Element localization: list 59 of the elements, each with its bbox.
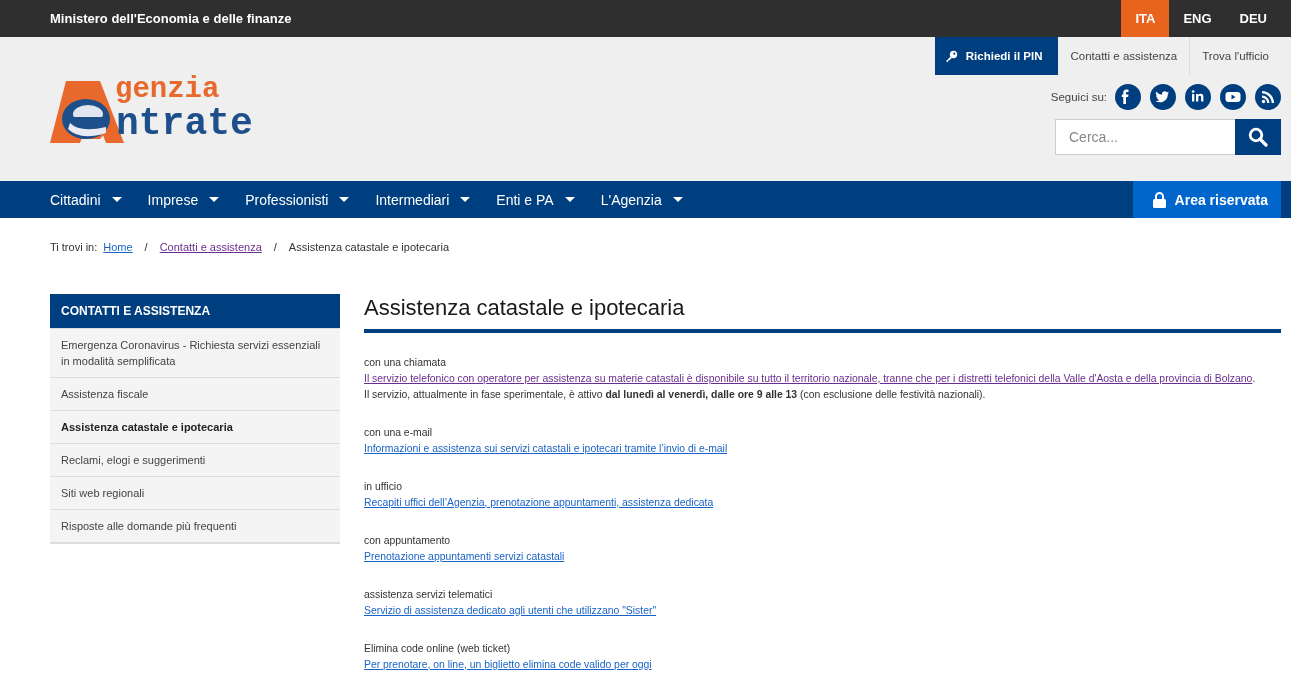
- ministry-name: Ministero dell'Economia e delle finanze: [50, 11, 293, 26]
- sidebar-item[interactable]: Assistenza fiscale: [50, 377, 340, 410]
- search-button[interactable]: [1235, 119, 1281, 155]
- youtube-icon[interactable]: [1220, 84, 1246, 110]
- social-label: Seguici su:: [1050, 91, 1107, 103]
- search-field[interactable]: Cerca...: [1055, 119, 1235, 155]
- sidebar-item[interactable]: Siti web regionali: [50, 476, 340, 509]
- nav-menu-item[interactable]: Imprese: [147, 181, 220, 218]
- sidebar-item[interactable]: Risposte alle domande più frequenti: [50, 509, 340, 542]
- link-paragraph: Il servizio telefonico con operatore per assistenza su materie catastali è disponibile su tutto il territorio nazionale, tranne che per i distretti telefonici della Valle d'Aosta e della provincia di Bolzano.: [364, 371, 1256, 386]
- facebook-icon[interactable]: [1115, 84, 1141, 110]
- language-tab[interactable]: ENG: [1169, 0, 1226, 37]
- sidebar-title: CONTATTI E ASSISTENZA: [50, 294, 340, 328]
- nav-menu-item[interactable]: Professionisti: [245, 181, 350, 218]
- reserved-area-button[interactable]: Area riservata: [1132, 181, 1281, 218]
- nav-menu-item[interactable]: Cittadini: [50, 181, 122, 218]
- linkedin-icon[interactable]: [1185, 84, 1211, 110]
- language-tab[interactable]: DEU: [1225, 0, 1281, 37]
- sidebar-item[interactable]: Reclami, elogi e suggerimenti: [50, 443, 340, 476]
- section-note: Il servizio, attualmente in fase sperimentale, è attivo dal lunedì al venerdì, dalle ore 9 alle 13 (con esclusione delle festività nazionali).: [364, 387, 986, 402]
- section-label: in ufficio: [364, 479, 402, 494]
- breadcrumb-separator: /: [273, 241, 277, 253]
- padlock-icon: [1152, 191, 1166, 208]
- breadcrumb-separator: /: [144, 241, 148, 253]
- logo-text: ntrate: [116, 105, 253, 143]
- section-label: Elimina code online (web ticket): [364, 641, 511, 656]
- sidebar-item[interactable]: Assistenza catastale e ipotecaria: [50, 410, 340, 443]
- nav-menu-item[interactable]: Intermediari: [375, 181, 471, 218]
- caret-icon: [672, 197, 683, 202]
- header-link[interactable]: Contatti e assistenza: [1058, 37, 1191, 75]
- caret-icon: [564, 197, 575, 202]
- section-link[interactable]: Servizio di assistenza dedicato agli utenti che utilizzano "Sister": [364, 602, 657, 619]
- caret-icon: [339, 197, 350, 202]
- nav-menu-item[interactable]: L'Agenzia: [600, 181, 683, 218]
- section-label: con una chiamata: [364, 355, 447, 370]
- request-pin-button[interactable]: Richiedi il PIN: [934, 37, 1059, 75]
- section-link[interactable]: Recapiti uffici dell’Agenzia, prenotazione appuntamenti, assistenza dedicata: [364, 494, 714, 511]
- breadcrumb-link[interactable]: Contatti e assistenza: [159, 241, 262, 253]
- logo-text: genzia: [115, 75, 221, 104]
- section-label: assistenza servizi telematici: [364, 587, 493, 602]
- page-title: Assistenza catastale e ipotecaria: [364, 294, 1281, 333]
- header-link[interactable]: Trova l'ufficio: [1190, 37, 1281, 75]
- breadcrumb-current: Assistenza catastale e ipotecaria: [288, 241, 450, 253]
- caret-icon: [460, 197, 471, 202]
- rss-icon[interactable]: [1255, 84, 1281, 110]
- section-label: con appuntamento: [364, 533, 451, 548]
- key-icon: [944, 49, 958, 63]
- section-link[interactable]: Informazioni e assistenza sui servizi catastali e ipotecari tramite l’invio di e-mail: [364, 440, 728, 457]
- breadcrumb-link[interactable]: Home: [103, 241, 133, 253]
- nav-menu-item[interactable]: Enti e PA: [496, 181, 575, 218]
- breadcrumb-label: Ti trovi in:: [50, 241, 98, 253]
- caret-icon: [111, 197, 122, 202]
- section-link[interactable]: Per prenotare, on line, un biglietto elimina code valido per oggi: [364, 656, 652, 673]
- section-link[interactable]: Prenotazione appuntamenti servizi catastali: [364, 548, 565, 565]
- search-icon: [1248, 127, 1268, 147]
- caret-icon: [209, 197, 220, 202]
- twitter-icon[interactable]: [1150, 84, 1176, 110]
- section-label: con una e-mail: [364, 425, 433, 440]
- sidebar-item[interactable]: Emergenza Coronavirus - Richiesta servizi essenziali in modalità semplificata: [50, 328, 340, 377]
